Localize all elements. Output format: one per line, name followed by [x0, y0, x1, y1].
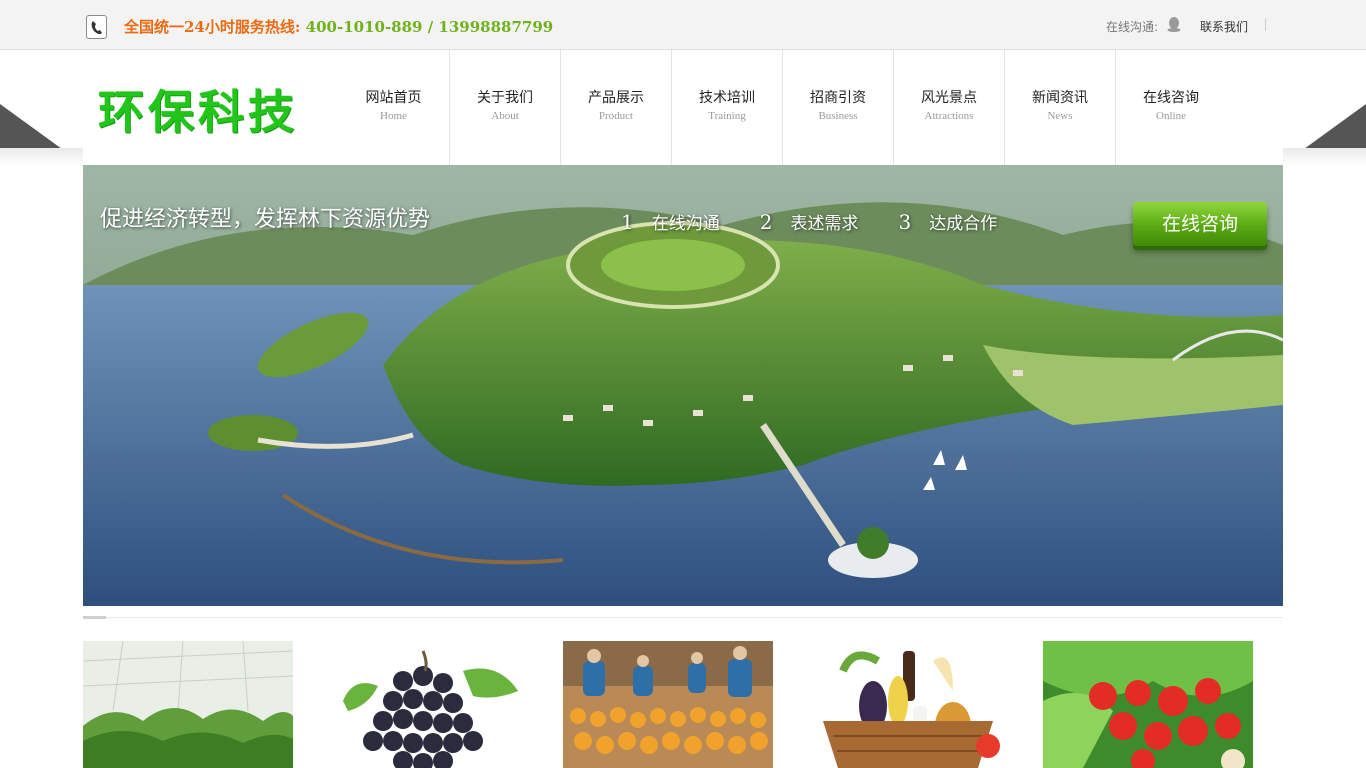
online-consult-button[interactable]: 在线咨询 — [1133, 202, 1267, 246]
vegetable-basket-image — [803, 641, 1013, 768]
section-divider — [83, 617, 1283, 618]
step-text: 在线沟通 — [651, 214, 720, 234]
nav-item-home[interactable]: 网站首页 Home — [338, 50, 449, 165]
nav-item-news[interactable]: 新闻资讯 News — [1004, 50, 1115, 165]
main-nav: 网站首页 Home 关于我们 About 产品展示 Product 技术培训 T… — [338, 50, 1226, 165]
hotline-numbers: 400-1010-889 / 13998887799 — [305, 18, 554, 36]
divider — [1265, 18, 1266, 31]
process-steps: 1 在线沟通 2 表述需求 3 达成合作 — [621, 209, 1037, 234]
fruit-sorting-workers-image — [563, 641, 773, 768]
decor-corner-left — [0, 104, 62, 149]
nav-label: 风光景点 — [921, 90, 977, 106]
section-divider-accent — [83, 616, 106, 619]
nav-sublabel: Product — [598, 110, 634, 122]
nav-sublabel: Training — [708, 110, 746, 122]
nav-label: 在线咨询 — [1143, 90, 1199, 106]
site-logo[interactable]: 环保科技 — [98, 76, 298, 142]
nav-label: 招商引资 — [810, 90, 866, 106]
grapes-image — [323, 641, 533, 768]
banner-slogan: 促进经济转型，发挥林下资源优势 — [100, 207, 431, 232]
product-card-5[interactable] — [1043, 641, 1253, 768]
decor-shade-right — [1283, 148, 1366, 165]
nav-sublabel: Business — [818, 110, 858, 122]
nav-sublabel: About — [491, 110, 519, 122]
step-text: 达成合作 — [929, 214, 998, 234]
product-card-4[interactable] — [803, 641, 1013, 768]
nav-item-online[interactable]: 在线咨询 Online — [1115, 50, 1226, 165]
contact-us-link[interactable]: 联系我们 — [1200, 18, 1248, 35]
hotline-label: 全国统一24小时服务热线: — [124, 18, 301, 36]
step-number: 1 — [621, 210, 634, 234]
step-text: 表述需求 — [790, 214, 859, 234]
nav-label: 关于我们 — [477, 90, 533, 106]
nav-sublabel: Online — [1156, 110, 1186, 122]
nav-item-business[interactable]: 招商引资 Business — [782, 50, 893, 165]
product-card-1[interactable] — [83, 641, 293, 768]
tomato-lettuce-image — [1043, 641, 1253, 768]
nav-label: 产品展示 — [588, 90, 644, 106]
decor-shade-left — [0, 148, 83, 165]
hotline: 全国统一24小时服务热线: 400-1010-889 / 13998887799 — [124, 16, 553, 37]
nav-item-training[interactable]: 技术培训 Training — [671, 50, 782, 165]
online-chat-label: 在线沟通: — [1106, 20, 1159, 34]
phone-icon — [86, 15, 107, 39]
product-card-2[interactable] — [323, 641, 533, 768]
nav-item-about[interactable]: 关于我们 About — [449, 50, 560, 165]
greenhouse-seedlings-image — [83, 641, 293, 768]
step-number: 2 — [759, 210, 773, 234]
nav-item-product[interactable]: 产品展示 Product — [560, 50, 671, 165]
step-3: 3 达成合作 — [898, 209, 997, 234]
nav-sublabel: Attractions — [924, 110, 974, 122]
step-1: 1 在线沟通 — [621, 209, 720, 234]
nav-label: 网站首页 — [365, 90, 422, 106]
product-card-3[interactable] — [563, 641, 773, 768]
step-2: 2 表述需求 — [760, 209, 859, 234]
qq-icon[interactable] — [1166, 16, 1182, 32]
hero-banner: 促进经济转型，发挥林下资源优势 1 在线沟通 2 表述需求 3 达成合作 在线咨… — [83, 165, 1283, 606]
decor-corner-right — [1304, 104, 1366, 149]
product-strip — [83, 641, 1283, 768]
top-bar: 全国统一24小时服务热线: 400-1010-889 / 13998887799… — [0, 0, 1366, 50]
nav-sublabel: Home — [380, 110, 407, 122]
step-number: 3 — [898, 210, 912, 234]
nav-label: 技术培训 — [699, 90, 755, 106]
nav-label: 新闻资讯 — [1032, 90, 1088, 106]
nav-item-attractions[interactable]: 风光景点 Attractions — [893, 50, 1004, 165]
nav-sublabel: News — [1047, 110, 1073, 122]
